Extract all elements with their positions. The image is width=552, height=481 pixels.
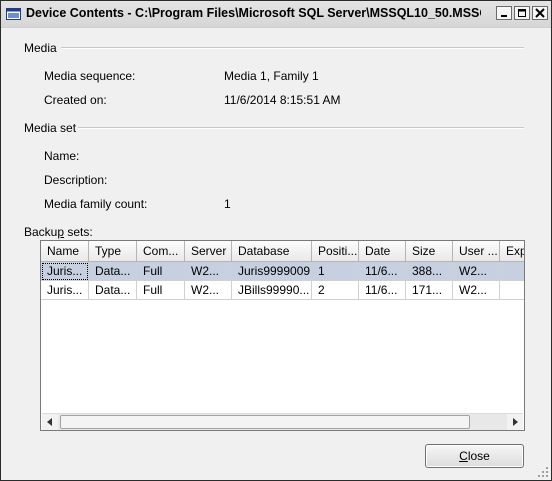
- table-row[interactable]: Juris... Data... Full W2... JBills99990.…: [41, 281, 524, 300]
- media-set-name-label: Name:: [44, 149, 80, 163]
- cell-server[interactable]: W2...: [185, 281, 232, 300]
- backup-sets-label: Backup sets:: [24, 225, 93, 239]
- cell-database[interactable]: Juris9999009: [232, 262, 312, 281]
- cell-user[interactable]: W2...: [453, 262, 500, 281]
- media-family-count-value: 1: [224, 197, 231, 211]
- resize-grip-icon[interactable]: [537, 466, 549, 478]
- window-title: Device Contents - C:\Program Files\Micro…: [26, 6, 481, 20]
- cell-size[interactable]: 388...: [406, 262, 453, 281]
- title-bar[interactable]: Device Contents - C:\Program Files\Micro…: [1, 1, 551, 28]
- cell-component[interactable]: Full: [137, 262, 185, 281]
- cell-type[interactable]: Data...: [89, 281, 137, 300]
- cell-user[interactable]: W2...: [453, 281, 500, 300]
- close-icon: [535, 8, 545, 18]
- scroll-right-button[interactable]: [507, 414, 523, 430]
- column-header-expiration[interactable]: Exp: [500, 241, 524, 262]
- created-on-label: Created on:: [44, 93, 107, 107]
- device-contents-dialog: Device Contents - C:\Program Files\Micro…: [0, 0, 552, 481]
- column-header-component[interactable]: Com...: [137, 241, 185, 262]
- media-sequence-value: Media 1, Family 1: [224, 69, 319, 83]
- minimize-button[interactable]: [496, 6, 512, 20]
- media-set-divider: [78, 127, 524, 129]
- cell-server[interactable]: W2...: [185, 262, 232, 281]
- chevron-left-icon: [47, 418, 52, 426]
- cell-position[interactable]: 2: [312, 281, 359, 300]
- column-header-position[interactable]: Positi...: [312, 241, 359, 262]
- column-header-date[interactable]: Date: [359, 241, 406, 262]
- cell-name[interactable]: Juris...: [41, 281, 89, 300]
- cell-component[interactable]: Full: [137, 281, 185, 300]
- cell-expiration[interactable]: [500, 262, 524, 281]
- cell-position[interactable]: 1: [312, 262, 359, 281]
- column-header-database[interactable]: Database: [232, 241, 312, 262]
- column-header-size[interactable]: Size: [406, 241, 453, 262]
- cell-name[interactable]: Juris...: [41, 262, 89, 281]
- close-window-button[interactable]: [532, 6, 548, 20]
- column-header-name[interactable]: Name: [41, 241, 89, 262]
- column-header-user[interactable]: User ...: [453, 241, 500, 262]
- cell-date[interactable]: 11/6...: [359, 262, 406, 281]
- scroll-thumb[interactable]: [60, 415, 470, 429]
- cell-database[interactable]: JBills99990...: [232, 281, 312, 300]
- cell-type[interactable]: Data...: [89, 262, 137, 281]
- grid-header-row: Name Type Com... Server Database Positi.…: [41, 241, 524, 262]
- chevron-right-icon: [513, 418, 518, 426]
- backup-sets-grid[interactable]: Name Type Com... Server Database Positi.…: [40, 240, 525, 431]
- media-set-section-heading: Media set: [24, 121, 77, 135]
- horizontal-scrollbar[interactable]: [42, 413, 523, 430]
- created-on-value: 11/6/2014 8:15:51 AM: [224, 93, 341, 107]
- media-set-description-label: Description:: [44, 173, 108, 187]
- cell-date[interactable]: 11/6...: [359, 281, 406, 300]
- media-section-heading: Media: [24, 41, 57, 55]
- close-button[interactable]: Close: [425, 444, 524, 468]
- maximize-button[interactable]: [514, 6, 530, 20]
- scroll-left-button[interactable]: [42, 414, 58, 430]
- minimize-icon: [501, 15, 507, 17]
- app-window-icon: [6, 8, 21, 20]
- media-family-count-label: Media family count:: [44, 197, 148, 211]
- maximize-icon: [518, 9, 526, 17]
- cell-expiration[interactable]: [500, 281, 524, 300]
- table-row[interactable]: Juris... Data... Full W2... Juris9999009…: [41, 262, 524, 281]
- column-header-server[interactable]: Server: [185, 241, 232, 262]
- media-sequence-label: Media sequence:: [44, 69, 136, 83]
- cell-size[interactable]: 171...: [406, 281, 453, 300]
- column-header-type[interactable]: Type: [89, 241, 137, 262]
- media-divider: [61, 47, 524, 49]
